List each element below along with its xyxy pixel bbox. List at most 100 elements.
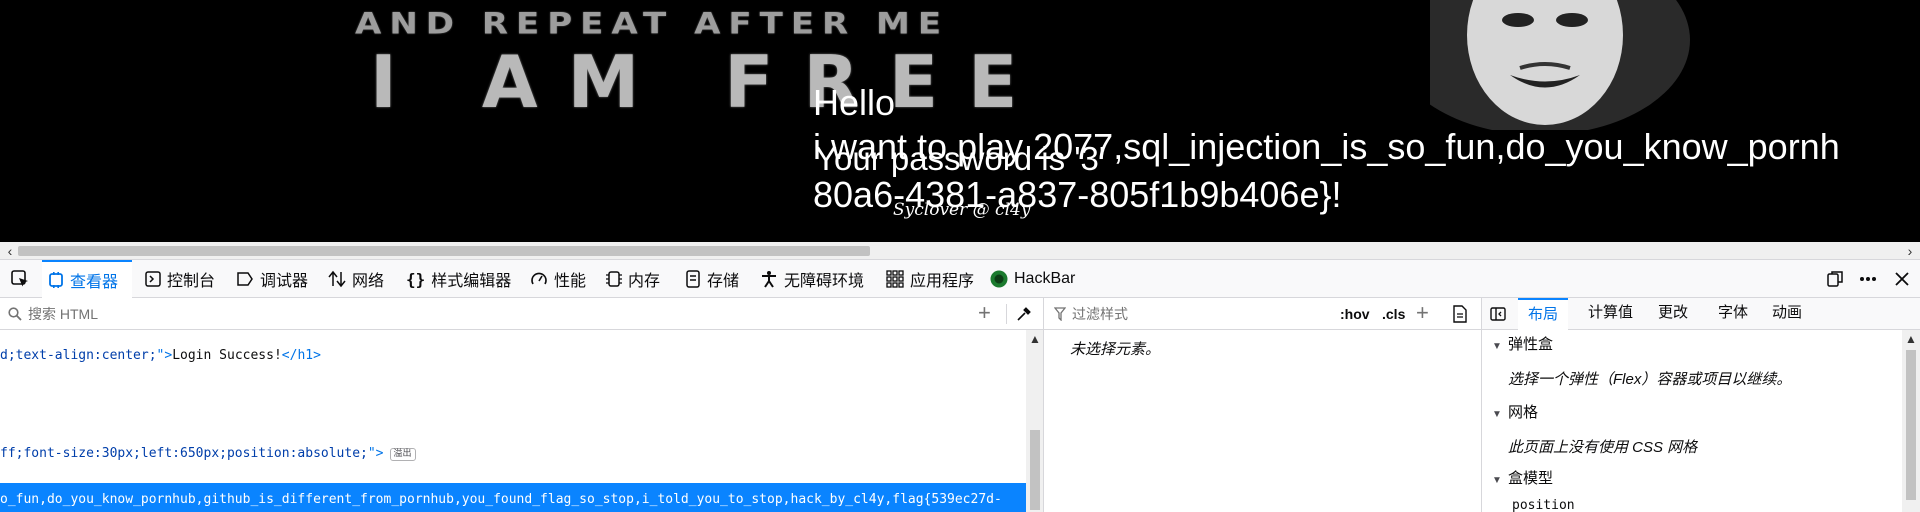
grid-title: 网格 [1508,404,1539,421]
tab-performance-label: 性能 [554,273,587,290]
markup-node-div[interactable]: ff;font-size:30px;left:650px;position:ab… [0,446,416,461]
memory-chip-icon [606,271,622,287]
tab-debugger[interactable]: 调试器 [236,260,308,298]
markup-node-selected-text[interactable]: o_fun,do_you_know_pornhub,github_is_diff… [0,483,1026,512]
layout-sidebar: 布局 计算值 更改 字体 动画 ▼ 弹性盒 选择一个弹性（Flex）容器或项目以继… [1482,298,1920,512]
markup-node-h1[interactable]: d;text-align:center;">Login Success!</h1… [0,348,321,363]
rules-filter-input[interactable] [1072,304,1322,324]
tab-performance[interactable]: 性能 [530,260,586,298]
triangle-down-icon: ▼ [1492,409,1502,420]
flexbox-title: 弹性盒 [1508,336,1554,353]
accessibility-icon [762,271,776,288]
tab-application-label: 应用程序 [910,273,975,290]
more-options-button[interactable] [1858,260,1878,298]
scroll-right-icon[interactable]: › [1902,243,1918,259]
sidebar-tabs: 布局 计算值 更改 字体 动画 [1482,298,1920,330]
no-element-message: 未选择元素。 [1070,341,1161,358]
tab-hackbar[interactable]: HackBar [990,260,1075,298]
class-toggle[interactable]: .cls [1382,306,1405,322]
anonymous-mask-image [1370,0,1690,130]
password-text: Your password is '3' [815,140,1106,177]
braces-icon: {} [406,269,426,289]
more-dots-icon [1860,277,1876,281]
element-picker-button[interactable] [10,260,30,298]
debugger-icon [237,272,253,286]
html-search-bar: + [0,298,1043,330]
toolbar-divider [1006,304,1007,324]
eyedropper-icon[interactable] [1016,306,1032,322]
tab-storage-label: 存储 [707,273,740,290]
node-text: Login Success! [172,348,282,363]
scrollbar-thumb[interactable] [1030,430,1040,510]
tab-animations[interactable]: 动画 [1772,298,1802,330]
grid-section-header[interactable]: ▼ 网格 [1482,400,1902,426]
tab-layout[interactable]: 布局 [1518,298,1569,330]
flexbox-section-header[interactable]: ▼ 弹性盒 [1482,332,1902,358]
hover-pseudo-toggle[interactable]: :hov [1340,306,1370,322]
scrollbar-thumb[interactable] [18,246,870,256]
dock-side-button[interactable] [1826,260,1844,298]
credit-text: Syclover @ cl4y [893,200,1031,220]
filter-icon [1054,307,1066,321]
tab-computed[interactable]: 计算值 [1588,298,1633,330]
scroll-left-icon[interactable]: ‹ [2,243,18,259]
tab-style-editor[interactable]: {} 样式编辑器 [406,260,511,298]
attr-value: d;text-align:center; [0,348,157,363]
sidebar-vertical-scrollbar[interactable]: ▲ [1902,330,1920,512]
tab-console[interactable]: 控制台 [145,260,215,298]
dock-side-icon [1827,271,1843,287]
add-rule-button[interactable]: + [1416,302,1429,324]
devtools-toolbar: 查看器 控制台 调试器 网络 {} 样式编辑器 性能 内存 存储 无障碍环境 应… [0,260,1920,298]
network-icon [328,270,346,288]
attr-value: ff;font-size:30px;left:650px;position:ab… [0,446,368,461]
background-slogan-line: AND REPEAT AFTER ME [355,7,950,41]
sidebar-toggle-icon[interactable] [1490,306,1506,322]
gauge-icon [531,272,547,285]
cursor-picker-icon [11,270,28,287]
background-slogan-title: I AM FREE [370,40,1048,124]
tab-inspector[interactable]: 查看器 [42,260,132,298]
triangle-down-icon: ▼ [1492,341,1502,352]
tab-memory[interactable]: 内存 [606,260,660,298]
storage-icon [686,270,700,288]
page-horizontal-scrollbar[interactable]: ‹ › [0,242,1920,260]
console-icon [145,271,161,287]
print-simulation-icon[interactable] [1452,305,1468,323]
tab-fonts[interactable]: 字体 [1718,298,1748,330]
scroll-up-icon[interactable]: ▲ [1029,332,1041,346]
tab-application[interactable]: 应用程序 [886,260,974,298]
tab-debugger-label: 调试器 [260,273,309,290]
tab-inspector-label: 查看器 [70,274,119,291]
close-icon [1895,272,1909,286]
close-tag-name: h1 [297,348,314,363]
box-model-section-header[interactable]: ▼ 盒模型 [1482,466,1902,492]
close-devtools-button[interactable] [1894,260,1910,298]
html-search-input[interactable] [8,304,968,324]
overflow-badge[interactable]: 溢出 [389,448,416,461]
markup-vertical-scrollbar[interactable]: ▲ [1026,330,1043,512]
page-viewport: AND REPEAT AFTER ME I AM FREE Hello i wa… [0,0,1920,242]
rules-view: :hov .cls + 未选择元素。 [1044,298,1482,512]
inspector-icon [49,272,63,288]
grid-message: 此页面上没有使用 CSS 网格 [1508,439,1698,456]
hello-text: Hello [813,82,896,123]
tab-network[interactable]: 网络 [328,260,384,298]
tab-storage[interactable]: 存储 [685,260,739,298]
tab-accessibility[interactable]: 无障碍环境 [760,260,864,298]
tab-accessibility-label: 无障碍环境 [784,273,865,290]
scrollbar-thumb[interactable] [1906,350,1916,500]
tab-changes[interactable]: 更改 [1658,298,1688,330]
hackbar-logo-icon [990,270,1008,288]
rules-filter-bar: :hov .cls + [1044,298,1482,330]
node-text: o_fun,do_you_know_pornhub,github_is_diff… [0,492,1002,507]
box-model-position-label: position [1512,498,1575,512]
tab-style-editor-label: 样式编辑器 [431,273,512,290]
flexbox-message: 选择一个弹性（Flex）容器或项目以继续。 [1508,371,1792,388]
add-node-button[interactable]: + [978,302,991,324]
scroll-up-icon[interactable]: ▲ [1905,332,1917,346]
tab-hackbar-label: HackBar [1014,270,1076,287]
tab-network-label: 网络 [352,273,385,290]
triangle-down-icon: ▼ [1492,475,1502,486]
markup-view: + ▲ [0,298,1044,512]
tab-console-label: 控制台 [167,273,216,290]
